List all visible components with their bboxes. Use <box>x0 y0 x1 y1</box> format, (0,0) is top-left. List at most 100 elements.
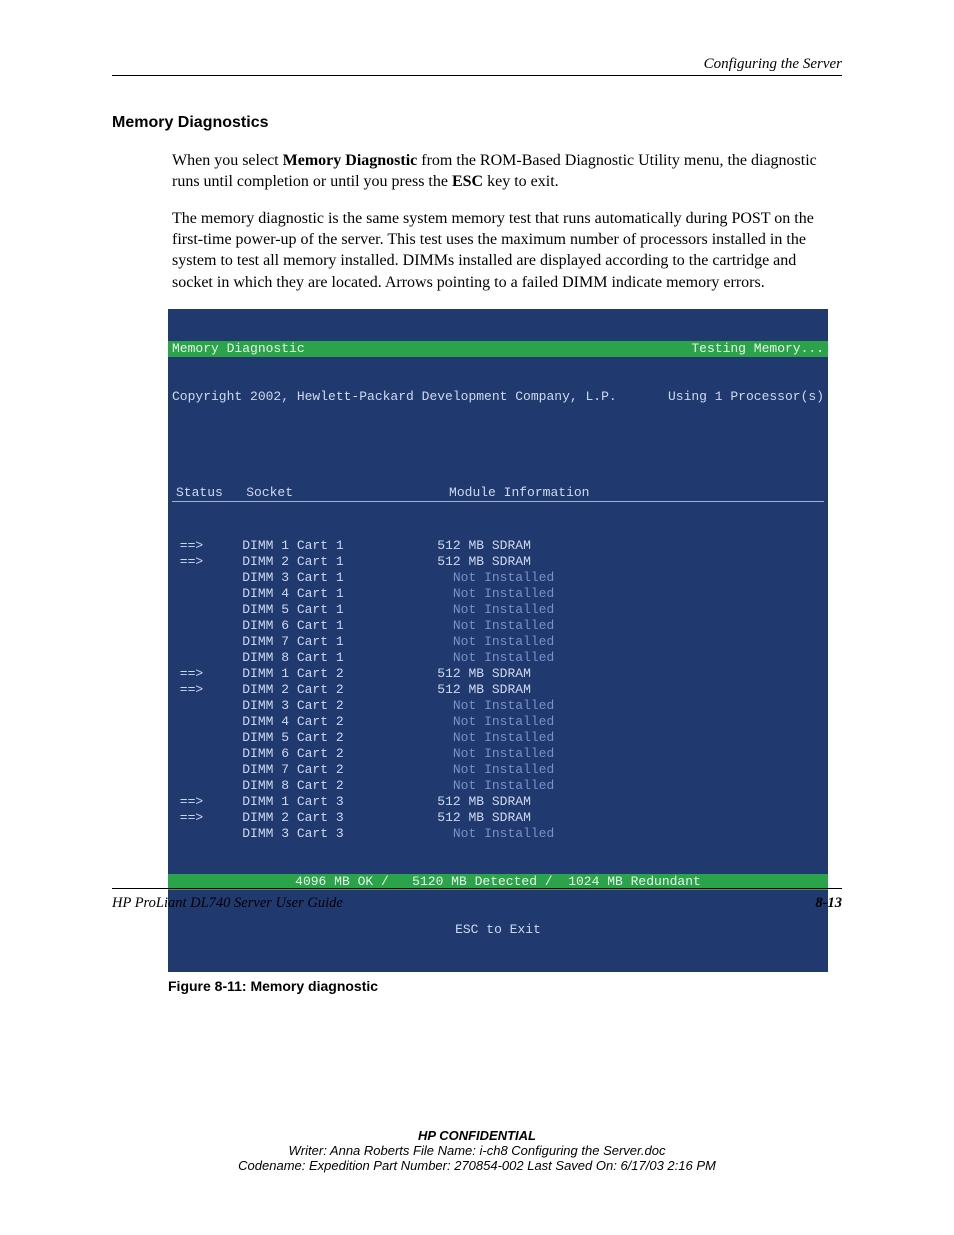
row-socket: DIMM 3 Cart 3 <box>242 826 437 841</box>
terminal-row: DIMM 3 Cart 3 Not Installed <box>172 826 824 842</box>
row-socket: DIMM 5 Cart 2 <box>242 730 437 745</box>
section-title: Memory Diagnostics <box>112 114 842 132</box>
terminal-row: DIMM 6 Cart 2 Not Installed <box>172 746 824 762</box>
terminal-row: ==> DIMM 1 Cart 1 512 MB SDRAM <box>172 538 824 554</box>
row-info: 512 MB SDRAM <box>437 666 531 681</box>
row-status <box>172 602 242 617</box>
row-socket: DIMM 2 Cart 3 <box>242 810 437 825</box>
row-socket: DIMM 2 Cart 2 <box>242 682 437 697</box>
row-socket: DIMM 8 Cart 1 <box>242 650 437 665</box>
terminal-row: DIMM 8 Cart 1 Not Installed <box>172 650 824 666</box>
terminal-row: DIMM 4 Cart 1 Not Installed <box>172 586 824 602</box>
terminal-row: DIMM 4 Cart 2 Not Installed <box>172 714 824 730</box>
row-info: 512 MB SDRAM <box>437 554 531 569</box>
row-info: Not Installed <box>437 826 554 841</box>
row-socket: DIMM 3 Cart 1 <box>242 570 437 585</box>
row-status <box>172 570 242 585</box>
row-status <box>172 826 242 841</box>
row-info: Not Installed <box>437 778 554 793</box>
terminal-row: DIMM 7 Cart 1 Not Installed <box>172 634 824 650</box>
page-footer: HP ProLiant DL740 Server User Guide 8-13 <box>112 888 842 912</box>
paragraph-1: When you select Memory Diagnostic from t… <box>172 150 832 192</box>
row-info: Not Installed <box>437 570 554 585</box>
footer-rule <box>112 888 842 889</box>
row-status <box>172 618 242 633</box>
terminal-row: DIMM 5 Cart 2 Not Installed <box>172 730 824 746</box>
row-status: ==> <box>172 538 242 553</box>
row-info: Not Installed <box>437 602 554 617</box>
row-status: ==> <box>172 554 242 569</box>
row-socket: DIMM 5 Cart 1 <box>242 602 437 617</box>
row-status: ==> <box>172 666 242 681</box>
row-socket: DIMM 6 Cart 1 <box>242 618 437 633</box>
terminal-row: ==> DIMM 2 Cart 3 512 MB SDRAM <box>172 810 824 826</box>
terminal-row: DIMM 5 Cart 1 Not Installed <box>172 602 824 618</box>
terminal-row: ==> DIMM 1 Cart 3 512 MB SDRAM <box>172 794 824 810</box>
row-status: ==> <box>172 794 242 809</box>
figure-caption: Figure 8-11: Memory diagnostic <box>168 978 842 994</box>
row-info: 512 MB SDRAM <box>437 810 531 825</box>
row-info: Not Installed <box>437 698 554 713</box>
row-status: ==> <box>172 810 242 825</box>
terminal-row: DIMM 3 Cart 2 Not Installed <box>172 698 824 714</box>
row-socket: DIMM 3 Cart 2 <box>242 698 437 713</box>
row-status <box>172 778 242 793</box>
row-info: Not Installed <box>437 762 554 777</box>
terminal-row: ==> DIMM 2 Cart 2 512 MB SDRAM <box>172 682 824 698</box>
row-info: 512 MB SDRAM <box>437 682 531 697</box>
footer-page-number: 8-13 <box>815 895 842 912</box>
row-info: Not Installed <box>437 746 554 761</box>
row-info: Not Installed <box>437 730 554 745</box>
terminal-screenshot: Memory Diagnostic Testing Memory... Copy… <box>168 309 828 972</box>
terminal-row: ==> DIMM 1 Cart 2 512 MB SDRAM <box>172 666 824 682</box>
text: When you select <box>172 152 283 169</box>
row-info: 512 MB SDRAM <box>437 794 531 809</box>
row-status <box>172 586 242 601</box>
row-status: ==> <box>172 682 242 697</box>
row-info: Not Installed <box>437 586 554 601</box>
running-header: Configuring the Server <box>112 56 842 73</box>
terminal-title-bar: Memory Diagnostic Testing Memory... <box>168 341 828 357</box>
terminal-subtitle: Copyright 2002, Hewlett-Packard Developm… <box>168 389 828 405</box>
row-socket: DIMM 7 Cart 1 <box>242 634 437 649</box>
confidential-block: HP CONFIDENTIAL Writer: Anna Roberts Fil… <box>0 1128 954 1173</box>
row-status <box>172 698 242 713</box>
confidential-title: HP CONFIDENTIAL <box>0 1128 954 1143</box>
terminal-sub-left: Copyright 2002, Hewlett-Packard Developm… <box>172 389 617 405</box>
terminal-column-header: Status Socket Module Information <box>172 485 824 502</box>
row-info: Not Installed <box>437 650 554 665</box>
row-socket: DIMM 2 Cart 1 <box>242 554 437 569</box>
terminal-sub-right: Using 1 Processor(s) <box>668 389 824 405</box>
row-status <box>172 634 242 649</box>
row-info: Not Installed <box>437 634 554 649</box>
confidential-line-1: Writer: Anna Roberts File Name: i-ch8 Co… <box>0 1143 954 1158</box>
confidential-line-2: Codename: Expedition Part Number: 270854… <box>0 1158 954 1173</box>
row-socket: DIMM 1 Cart 3 <box>242 794 437 809</box>
row-info: 512 MB SDRAM <box>437 538 531 553</box>
terminal-title-right: Testing Memory... <box>691 341 824 357</box>
footer-guide-title: HP ProLiant DL740 Server User Guide <box>112 895 343 912</box>
row-socket: DIMM 1 Cart 2 <box>242 666 437 681</box>
terminal-title-left: Memory Diagnostic <box>172 341 305 357</box>
text: key to exit. <box>483 173 559 190</box>
bold: Memory Diagnostic <box>283 152 418 169</box>
terminal-row: DIMM 7 Cart 2 Not Installed <box>172 762 824 778</box>
terminal-body: ==> DIMM 1 Cart 1 512 MB SDRAM ==> DIMM … <box>168 536 828 842</box>
row-info: Not Installed <box>437 618 554 633</box>
row-socket: DIMM 4 Cart 2 <box>242 714 437 729</box>
row-status <box>172 762 242 777</box>
terminal-row: ==> DIMM 2 Cart 1 512 MB SDRAM <box>172 554 824 570</box>
row-socket: DIMM 1 Cart 1 <box>242 538 437 553</box>
bold: ESC <box>452 173 483 190</box>
terminal-row: DIMM 6 Cart 1 Not Installed <box>172 618 824 634</box>
row-socket: DIMM 6 Cart 2 <box>242 746 437 761</box>
row-socket: DIMM 8 Cart 2 <box>242 778 437 793</box>
row-socket: DIMM 4 Cart 1 <box>242 586 437 601</box>
terminal-footer-exit: ESC to Exit <box>168 922 828 940</box>
terminal-row: DIMM 8 Cart 2 Not Installed <box>172 778 824 794</box>
terminal-row: DIMM 3 Cart 1 Not Installed <box>172 570 824 586</box>
row-status <box>172 650 242 665</box>
row-status <box>172 714 242 729</box>
paragraph-2: The memory diagnostic is the same system… <box>172 208 832 292</box>
header-rule <box>112 75 842 76</box>
